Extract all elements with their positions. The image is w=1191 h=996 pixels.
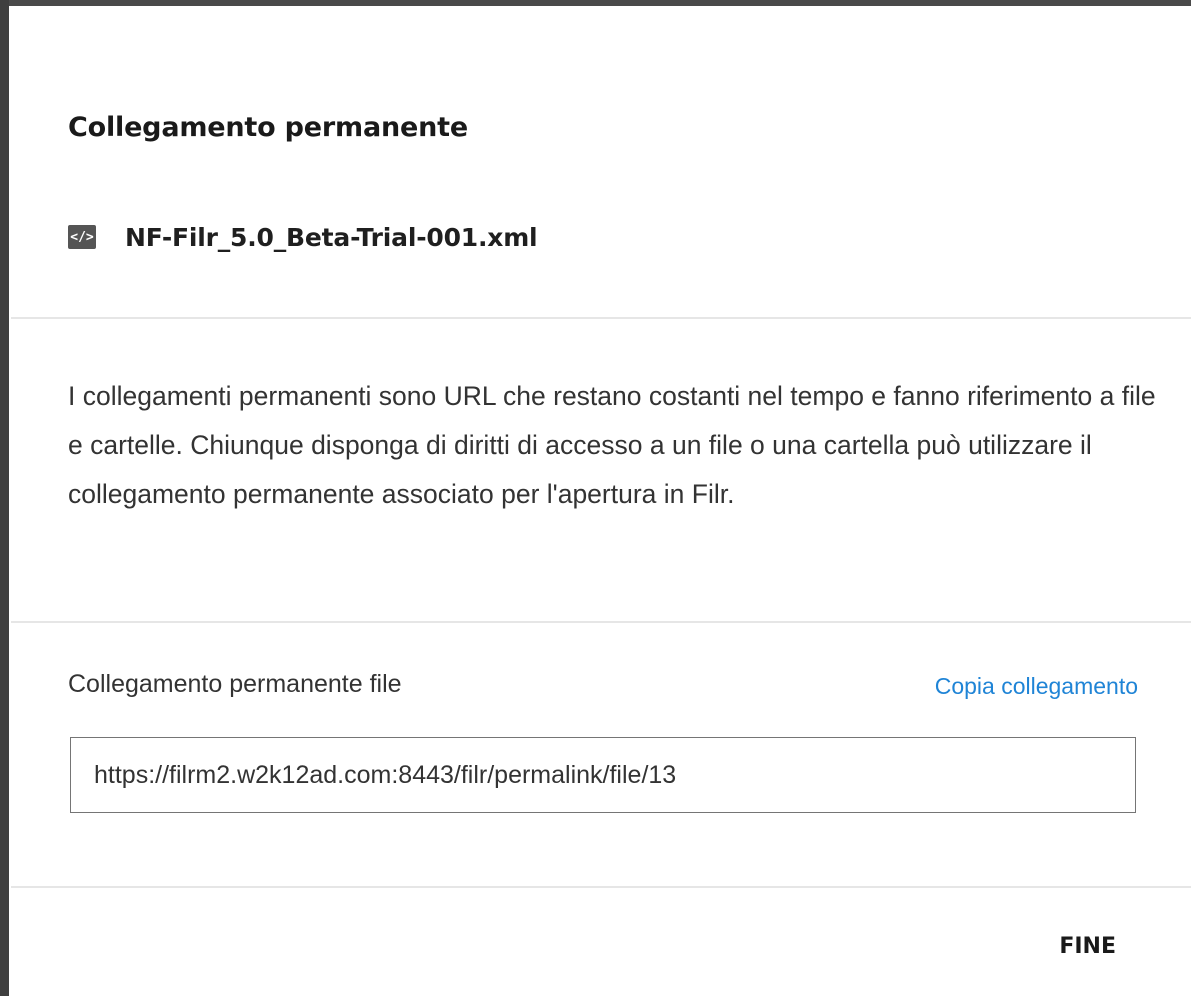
dialog-title: Collegamento permanente <box>68 112 468 143</box>
backdrop-left-edge <box>0 0 9 996</box>
permalink-dialog: Collegamento permanente </> NF-Filr_5.0_… <box>11 6 1191 996</box>
done-button[interactable]: FINE <box>1059 934 1116 959</box>
description-divider <box>11 621 1191 623</box>
file-name: NF-Filr_5.0_Beta-Trial-001.xml <box>125 222 538 252</box>
header-divider <box>11 317 1191 319</box>
xml-file-icon: </> <box>68 225 96 249</box>
permalink-url-field[interactable] <box>70 737 1136 813</box>
permalink-description: I collegamenti permanenti sono URL che r… <box>68 381 1156 509</box>
footer-divider <box>11 886 1191 888</box>
permalink-label: Collegamento permanente file <box>68 670 402 698</box>
screen: Collegamento permanente </> NF-Filr_5.0_… <box>0 0 1191 996</box>
copy-link-button[interactable]: Copia collegamento <box>935 673 1138 700</box>
file-info: </> NF-Filr_5.0_Beta-Trial-001.xml <box>68 220 538 254</box>
